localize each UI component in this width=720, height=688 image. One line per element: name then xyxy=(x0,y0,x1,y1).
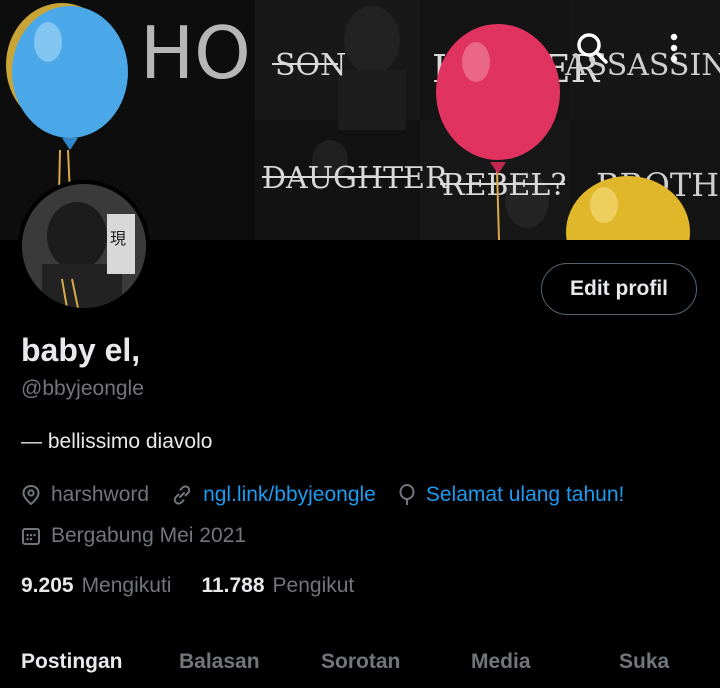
profile-tabs: Postingan Balasan Sorotan Media Suka xyxy=(0,650,720,688)
location-pin-icon xyxy=(22,484,40,506)
user-handle: @bbyjeongle xyxy=(21,377,144,400)
profile-meta: harshword ngl.link/bbyjeongle Selamat ul… xyxy=(21,483,646,507)
birthday: Selamat ulang tahun! xyxy=(398,483,624,507)
link-icon xyxy=(173,485,191,505)
tab-likes[interactable]: Suka xyxy=(619,650,669,674)
tab-media[interactable]: Media xyxy=(471,650,531,674)
tab-highlights[interactable]: Sorotan xyxy=(321,650,400,674)
calendar-icon xyxy=(22,528,40,545)
banner-word: SON xyxy=(275,48,346,83)
search-icon xyxy=(577,33,608,64)
following-count[interactable]: 9.205 xyxy=(21,574,74,598)
join-date: Bergabung Mei 2021 xyxy=(21,524,268,548)
followers-label[interactable]: Pengikut xyxy=(273,574,355,598)
banner-word: REBEL? xyxy=(442,168,566,203)
follow-stats: 9.205 Mengikuti 11.788 Pengikut xyxy=(21,574,384,598)
avatar-glyph: 現 xyxy=(110,229,126,248)
tab-replies[interactable]: Balasan xyxy=(179,650,260,674)
more-options-button[interactable] xyxy=(652,26,696,70)
balloon-blue xyxy=(12,6,128,138)
balloon-icon xyxy=(399,484,415,505)
followers-count[interactable]: 11.788 xyxy=(201,574,264,598)
banner-word: HO xyxy=(140,11,251,95)
location: harshword xyxy=(21,483,149,507)
website-link[interactable]: ngl.link/bbyjeongle xyxy=(203,483,376,507)
banner-word: DAUGHTER xyxy=(262,161,449,196)
avatar-image: 現 xyxy=(22,184,146,308)
display-name: baby el, xyxy=(21,332,141,368)
balloon-red xyxy=(436,24,560,160)
website[interactable]: ngl.link/bbyjeongle xyxy=(171,483,376,507)
more-vertical-icon xyxy=(670,33,678,63)
location-text: harshword xyxy=(51,483,150,506)
following-label[interactable]: Mengikuti xyxy=(82,574,172,598)
tab-posts[interactable]: Postingan xyxy=(21,650,123,674)
profile-bio: — bellissimo diavolo xyxy=(21,430,213,453)
join-date-text: Bergabung Mei 2021 xyxy=(51,524,246,547)
avatar[interactable]: 現 xyxy=(18,180,150,312)
search-button[interactable] xyxy=(570,26,614,70)
birthday-text[interactable]: Selamat ulang tahun! xyxy=(426,483,624,507)
edit-profile-button[interactable]: Edit profil xyxy=(541,263,697,315)
join-date-item: Bergabung Mei 2021 xyxy=(21,524,246,548)
